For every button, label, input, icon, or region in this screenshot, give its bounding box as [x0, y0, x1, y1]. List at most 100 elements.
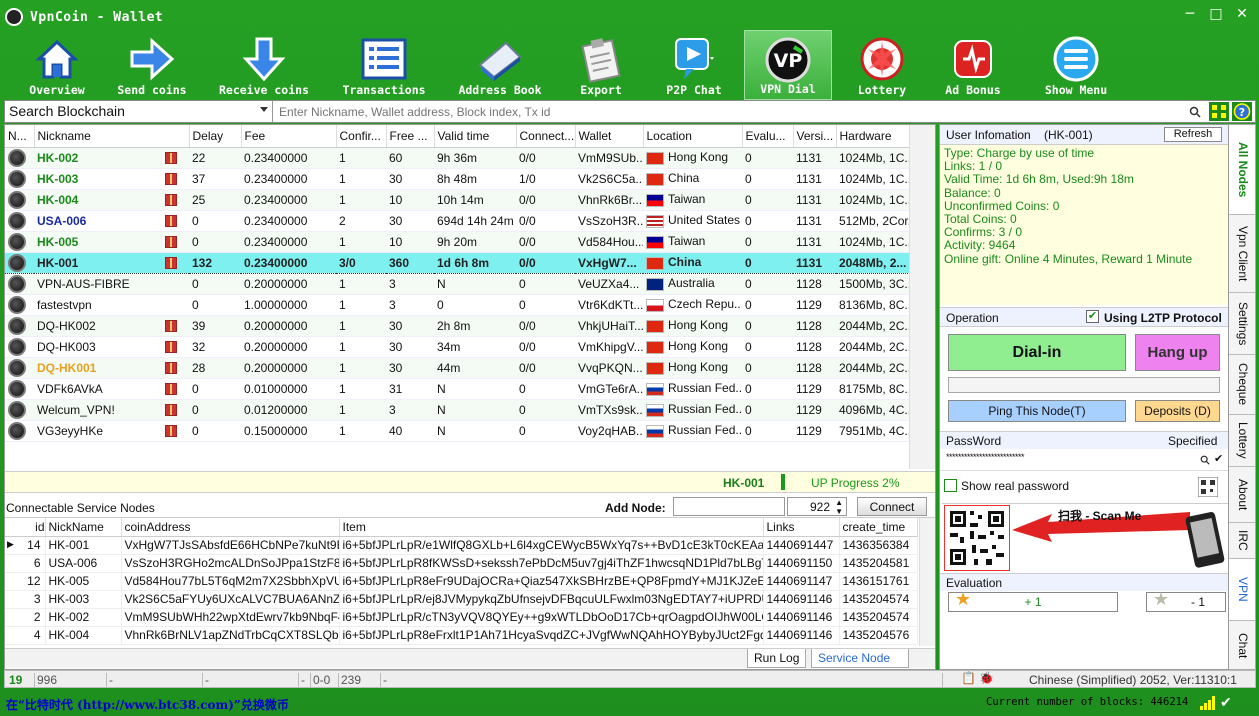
node-wallet: VmTXs9sk...: [575, 399, 643, 421]
search-icon[interactable]: [1200, 455, 1210, 465]
search-icon[interactable]: [1189, 106, 1201, 118]
l2tp-checkbox[interactable]: ✔: [1086, 310, 1099, 323]
footer-ad-link[interactable]: 在“比特时代 (http://www.btc38.com)”兑换微币: [6, 696, 289, 713]
nodes-column-header[interactable]: Wallet: [575, 125, 644, 148]
nodes-column-header[interactable]: Location: [643, 125, 743, 148]
close-button[interactable]: ✕: [1229, 5, 1255, 25]
tab-all-nodes[interactable]: All Nodes: [1229, 125, 1255, 215]
service-column-header[interactable]: coinAddress: [121, 518, 340, 537]
nodes-column-header[interactable]: Free ...: [386, 125, 435, 148]
nodes-column-header[interactable]: N...: [5, 125, 35, 148]
status-cell: 239: [341, 673, 381, 687]
hang-up-button[interactable]: Hang up: [1135, 334, 1220, 371]
show-password-checkbox[interactable]: [944, 479, 957, 492]
tab-lottery[interactable]: Lottery: [1229, 415, 1255, 467]
node-row[interactable]: VPN-AUS-FIBRE 0 0.20000000 1 3 N 0 VeUZXa4... Au…: [5, 273, 910, 295]
help-icon[interactable]: ?: [1232, 102, 1252, 121]
nodes-column-header[interactable]: Hardware: [836, 125, 911, 148]
toolbar-overview[interactable]: Overview: [22, 30, 92, 100]
toolbar-p2p-chat[interactable]: P2P Chat: [654, 30, 734, 100]
upvote-button[interactable]: ★ + 1: [948, 590, 1118, 612]
node-row[interactable]: HK-001 132 0.23400000 3/0 360 1d 6h 8m 0/0 VxHg…: [5, 251, 910, 274]
node-row[interactable]: DQ-HK003 32 0.20000000 1 30 34m 0/0 VmKhipgV...…: [5, 336, 910, 358]
gift-icon: [165, 194, 177, 207]
gift-icon: [165, 341, 177, 354]
scan-me-banner[interactable]: 扫我 - Scan Me: [942, 503, 1228, 571]
tab-cheque[interactable]: Cheque: [1229, 355, 1255, 415]
service-column-header[interactable]: Item: [339, 518, 764, 537]
refresh-button[interactable]: Refresh: [1164, 127, 1222, 142]
tab-about[interactable]: About: [1229, 467, 1255, 523]
block-count: Current number of blocks: 446214: [986, 696, 1189, 708]
nodes-column-header[interactable]: Nickname: [34, 125, 190, 148]
toolbar-show-menu[interactable]: Show Menu: [1034, 30, 1118, 100]
dial-in-button[interactable]: Dial-in: [948, 334, 1126, 371]
tab-irc[interactable]: IRC: [1229, 523, 1255, 559]
node-row[interactable]: HK-004 25 0.23400000 1 10 10h 14m 0/0 VhnRk6Br.…: [5, 189, 910, 211]
connect-button[interactable]: Connect: [857, 497, 927, 516]
service-row[interactable]: ▶ 14 HK-001VxHgW7TJsSAbsfdE66HCbNPe7kuNt9B…: [5, 536, 918, 555]
node-delay: 0: [189, 399, 241, 421]
service-column-header[interactable]: Links: [763, 518, 840, 537]
minimize-button[interactable]: ─: [1177, 5, 1203, 25]
qr-icon[interactable]: [1209, 102, 1229, 121]
port-stepper[interactable]: 922 ▲ ▼: [787, 497, 847, 516]
toolbar-ad-bonus[interactable]: Ad Bonus: [940, 30, 1006, 100]
toolbar-vpn-dial[interactable]: VP VPN Dial: [744, 30, 832, 100]
search-scope-select[interactable]: Search Blockchain: [5, 101, 273, 122]
node-delay: 0: [189, 273, 241, 295]
tab-vpn[interactable]: VPN: [1229, 559, 1255, 621]
nodes-column-header[interactable]: Evalu...: [742, 125, 794, 148]
toolbar-address-book[interactable]: Address Book: [452, 30, 548, 100]
ping-node-button[interactable]: Ping This Node(T): [948, 400, 1126, 422]
node-row[interactable]: USA-006 0 0.23400000 2 30 694d 14h 24m 0/0 VsSz…: [5, 210, 910, 232]
tab-vpn-client[interactable]: Vpn Client: [1229, 215, 1255, 293]
tab-run-log[interactable]: Run Log: [747, 649, 807, 668]
service-address: VxHgW7TJsSAbsfdE66HCbNPe7kuNt9BGwi: [121, 536, 340, 555]
node-row[interactable]: VDFk6AVkA 0 0.01000000 1 31 N 0 VmGTe6rA... Russ…: [5, 378, 910, 400]
node-hardware: 1024Mb, 1C...: [836, 189, 910, 211]
node-row[interactable]: HK-002 22 0.23400000 1 60 9h 36m 0/0 VmM9SUb...…: [5, 147, 910, 169]
password-field[interactable]: ************************** ✔: [940, 449, 1228, 471]
toolbar-export[interactable]: Export: [570, 30, 632, 100]
nodes-column-header[interactable]: Confir...: [336, 125, 387, 148]
nodes-column-header[interactable]: Delay: [189, 125, 242, 148]
check-icon[interactable]: ✔: [1214, 452, 1223, 465]
nodes-column-header[interactable]: Versi...: [793, 125, 837, 148]
service-column-header[interactable]: NickName: [45, 518, 122, 537]
tab-service-node[interactable]: Service Node: [811, 649, 909, 668]
node-row[interactable]: fastestvpn 0 1.00000000 1 3 0 0 Vtr6KdKTt... Cze…: [5, 294, 910, 316]
toolbar-lottery[interactable]: Lottery: [846, 30, 918, 100]
service-column-header[interactable]: create_time: [839, 518, 918, 537]
search-input[interactable]: [275, 101, 1205, 122]
nodes-column-header[interactable]: Valid time: [434, 125, 517, 148]
add-node-input[interactable]: [673, 497, 785, 516]
service-row[interactable]: 12 HK-005Vd584Hou77bL5T6qM2m7X2SbbhXpVU1x…: [5, 572, 918, 591]
node-row[interactable]: HK-005 0 0.23400000 1 10 9h 20m 0/0 Vd584Hou...…: [5, 231, 910, 253]
nodes-column-header[interactable]: Fee: [241, 125, 337, 148]
service-row[interactable]: 6 USA-006VsSzoH3RGHo2mcALDnSoJPpa1StzF8aQ…: [5, 554, 918, 573]
tab-settings[interactable]: Settings: [1229, 293, 1255, 355]
downvote-button[interactable]: ★ - 1: [1146, 590, 1226, 612]
service-row[interactable]: 3 HK-003 Vk2S6C5aFYUy6UXcALVC7BUA6ANnZRW i6…: [5, 590, 918, 609]
qr-icon[interactable]: [1198, 477, 1218, 497]
nodes-scrollbar[interactable]: [909, 125, 935, 469]
toolbar-receive-coins[interactable]: Receive coins: [214, 30, 314, 100]
node-row[interactable]: Welcum_VPN! 0 0.01200000 1 3 N 0 VmTXs9sk... Rus…: [5, 399, 910, 421]
node-row[interactable]: HK-003 37 0.23400000 1 30 8h 48m 1/0 Vk2S6C5a..…: [5, 168, 910, 190]
toolbar-transactions[interactable]: Transactions: [338, 30, 430, 100]
node-wallet: VeUZXa4...: [575, 273, 643, 295]
node-row[interactable]: VG3eyyHKe 0 0.15000000 1 40 N 0 Voy2qHAB... Russ…: [5, 420, 910, 442]
node-row[interactable]: DQ-HK002 39 0.20000000 1 30 2h 8m 0/0 VhkjUHaiT…: [5, 315, 910, 337]
tab-chat[interactable]: Chat: [1229, 621, 1255, 671]
nodes-column-header[interactable]: Connect...: [516, 125, 576, 148]
toolbar-send-coins[interactable]: Send coins: [112, 30, 192, 100]
service-scrollbar[interactable]: [919, 518, 935, 646]
node-free: 3: [386, 273, 434, 295]
node-row[interactable]: DQ-HK001 28 0.20000000 1 30 44m 0/0 VvqPKQN... H…: [5, 357, 910, 379]
maximize-button[interactable]: □: [1203, 5, 1229, 25]
service-row[interactable]: 4 HK-004 VhnRk6BrNLV1apZNdTrbCqCXT8SLQbaAD…: [5, 626, 918, 645]
service-column-header[interactable]: id: [5, 518, 46, 537]
deposits-button[interactable]: Deposits (D): [1135, 400, 1220, 422]
service-row[interactable]: 2 HK-002VmM9SUbWHh22wpXtdEwrv7kb9NbqF4kbS…: [5, 608, 918, 627]
